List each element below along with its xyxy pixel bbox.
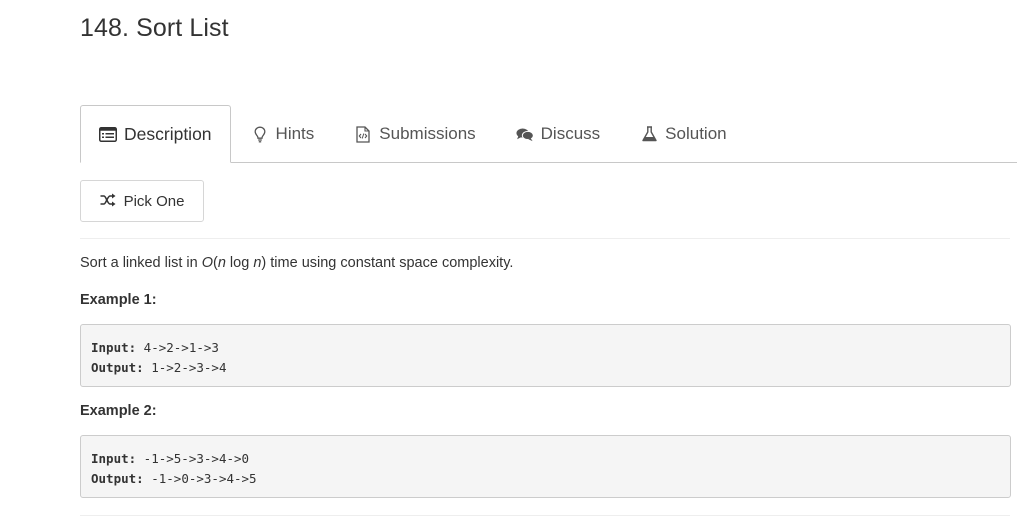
list-alt-icon	[99, 125, 117, 143]
tab-discuss[interactable]: Discuss	[496, 106, 621, 162]
example-2-code: Input: -1->5->3->4->0 Output: -1->0->3->…	[80, 435, 1011, 498]
comments-icon	[516, 125, 534, 143]
tab-solution-label: Solution	[665, 124, 727, 143]
tab-description-label: Description	[124, 123, 212, 144]
output-value: -1->0->3->4->5	[143, 471, 257, 486]
tab-solution[interactable]: Solution	[620, 106, 746, 162]
tab-description[interactable]: Description	[80, 105, 231, 163]
pick-one-label: Pick One	[123, 192, 185, 210]
pick-one-button[interactable]: Pick One	[80, 180, 204, 222]
example-1-code: Input: 4->2->1->3 Output: 1->2->3->4	[80, 324, 1011, 387]
complexity-o: O	[201, 255, 213, 271]
flask-icon	[640, 125, 658, 143]
example-2-output: Output: -1->0->3->4->5	[91, 469, 1000, 489]
tab-bar: Description Hints Submissions Discuss So…	[80, 105, 1017, 163]
bottom-divider	[80, 515, 1010, 516]
lightbulb-icon	[251, 125, 269, 143]
complexity-n: n	[217, 255, 226, 271]
output-label: Output:	[91, 471, 144, 486]
tab-discuss-label: Discuss	[540, 124, 601, 143]
code-file-icon	[354, 125, 372, 143]
tab-hints-label: Hints	[275, 124, 315, 143]
content-divider	[80, 238, 1010, 239]
page-title: 148. Sort List	[80, 14, 229, 42]
example-2-input: Input: -1->5->3->4->0	[91, 449, 1000, 469]
tab-submissions[interactable]: Submissions	[334, 106, 495, 162]
input-value: 4->2->1->3	[136, 340, 219, 355]
complexity-log: log	[225, 255, 254, 271]
input-label: Input:	[91, 451, 137, 466]
problem-description: Sort a linked list in O(n log n) time us…	[80, 255, 513, 271]
tab-hints[interactable]: Hints	[231, 106, 335, 162]
description-suffix: time using constant space complexity.	[266, 255, 514, 271]
input-label: Input:	[91, 340, 137, 355]
output-value: 1->2->3->4	[143, 360, 227, 375]
example-1-label: Example 1:	[80, 292, 157, 308]
example-1-output: Output: 1->2->3->4	[91, 358, 1000, 378]
output-label: Output:	[91, 360, 144, 375]
tab-submissions-label: Submissions	[379, 124, 476, 143]
input-value: -1->5->3->4->0	[136, 451, 250, 466]
problem-page: 148. Sort List Description Hints Submiss…	[0, 0, 1017, 523]
description-prefix: Sort a linked list in	[80, 255, 202, 271]
shuffle-icon	[100, 193, 116, 209]
example-1-input: Input: 4->2->1->3	[91, 338, 1000, 358]
example-2-label: Example 2:	[80, 403, 157, 419]
